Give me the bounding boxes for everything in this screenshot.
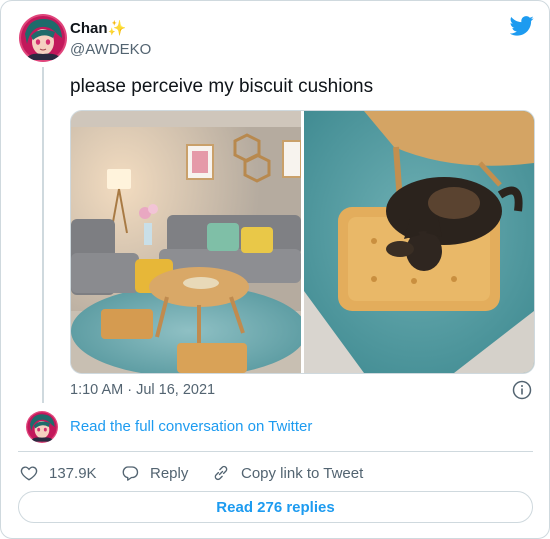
cat-on-biscuit-cushion-photo[interactable] [304, 111, 534, 373]
author-name[interactable]: Chan✨ [70, 19, 126, 37]
author-handle[interactable]: @AWDEKO [70, 41, 151, 58]
heart-icon [20, 466, 38, 481]
info-icon[interactable] [512, 380, 532, 400]
tweet-timestamp[interactable]: 1:10 AM · Jul 16, 2021 [70, 382, 215, 398]
living-room-photo[interactable] [71, 111, 301, 373]
copy-link-button[interactable]: Copy link to Tweet [212, 462, 363, 484]
tweet-text: please perceive my biscuit cushions [70, 76, 374, 97]
reply-icon [122, 466, 139, 481]
reply-label: Reply [150, 464, 189, 482]
thread-line [42, 67, 44, 403]
media-grid[interactable] [70, 110, 535, 374]
twitter-bird-icon[interactable] [510, 16, 534, 36]
tweet-embed-card: Chan✨ @AWDEKO please perceive my biscuit… [0, 0, 550, 539]
reply-button[interactable]: Reply [121, 462, 188, 484]
conversation-avatar[interactable] [26, 411, 58, 443]
author-name-text[interactable]: Chan [70, 20, 108, 37]
copy-link-label: Copy link to Tweet [241, 464, 364, 482]
divider [18, 451, 533, 452]
likes-count: 137.9K [49, 464, 97, 482]
link-icon [214, 465, 228, 481]
read-conversation-link[interactable]: Read the full conversation on Twitter [70, 418, 312, 435]
sparkles-icon: ✨ [107, 20, 127, 37]
author-avatar[interactable] [19, 14, 67, 62]
like-button[interactable]: 137.9K [20, 462, 97, 484]
read-replies-button[interactable]: Read 276 replies [18, 491, 533, 523]
